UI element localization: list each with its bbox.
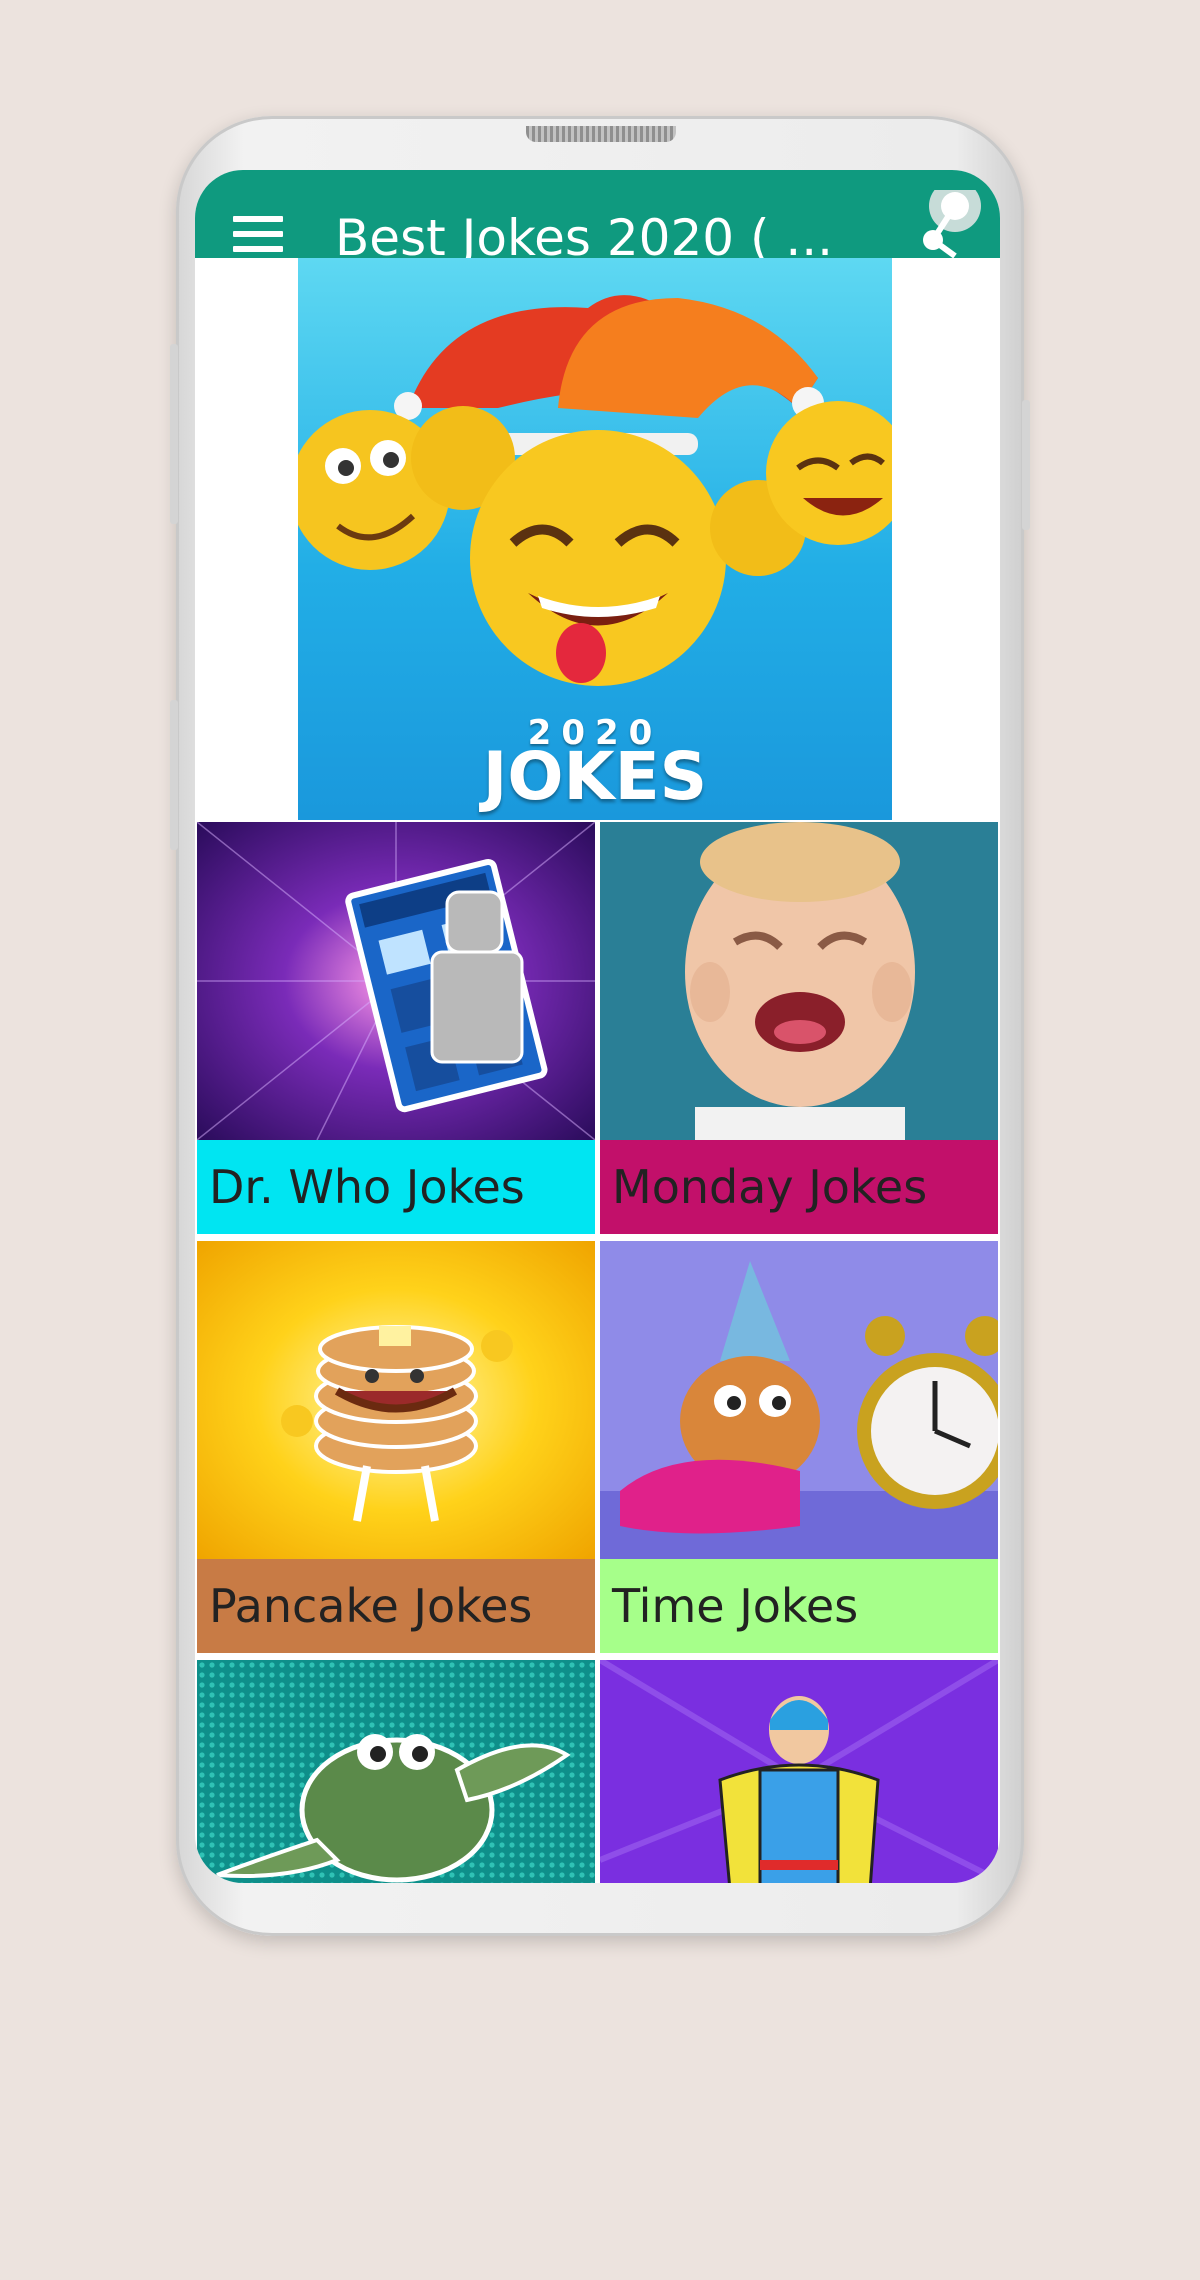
- category-tile-superhero[interactable]: [600, 1660, 998, 1883]
- category-tile-turtle[interactable]: [197, 1660, 595, 1883]
- category-label: Dr. Who Jokes: [197, 1140, 595, 1234]
- hamburger-menu-icon[interactable]: [233, 216, 283, 252]
- app-bar: Best Jokes 2020 ( ...: [195, 170, 1000, 267]
- category-tile-monday[interactable]: Monday Jokes: [600, 822, 998, 1234]
- category-tile-dr-who[interactable]: Dr. Who Jokes: [197, 822, 595, 1234]
- tardis-robot-image: [197, 822, 595, 1140]
- app-screen: Best Jokes 2020 ( ... 2020 JOKES Dr. Who…: [195, 170, 1000, 1883]
- category-tile-time[interactable]: Time Jokes: [600, 1241, 998, 1653]
- category-label: Monday Jokes: [600, 1140, 998, 1234]
- category-label: Time Jokes: [600, 1559, 998, 1653]
- earpiece-speaker: [526, 126, 676, 142]
- volume-down-button: [170, 700, 178, 850]
- category-tile-pancake[interactable]: Pancake Jokes: [197, 1241, 595, 1653]
- banner-area: 2020 JOKES: [195, 258, 1000, 820]
- volume-up-button: [170, 344, 178, 524]
- jokes-banner-image: 2020 JOKES: [298, 258, 892, 820]
- power-button: [1022, 400, 1030, 530]
- category-label: Pancake Jokes: [197, 1559, 595, 1653]
- share-icon[interactable]: [885, 180, 995, 259]
- turtle-image: [197, 1660, 595, 1883]
- pancake-stack-image: [197, 1241, 595, 1559]
- superhero-image: [600, 1660, 998, 1883]
- dog-with-clock-image: [600, 1241, 998, 1559]
- crying-baby-image: [600, 822, 998, 1140]
- banner-title-text: JOKES: [482, 738, 708, 815]
